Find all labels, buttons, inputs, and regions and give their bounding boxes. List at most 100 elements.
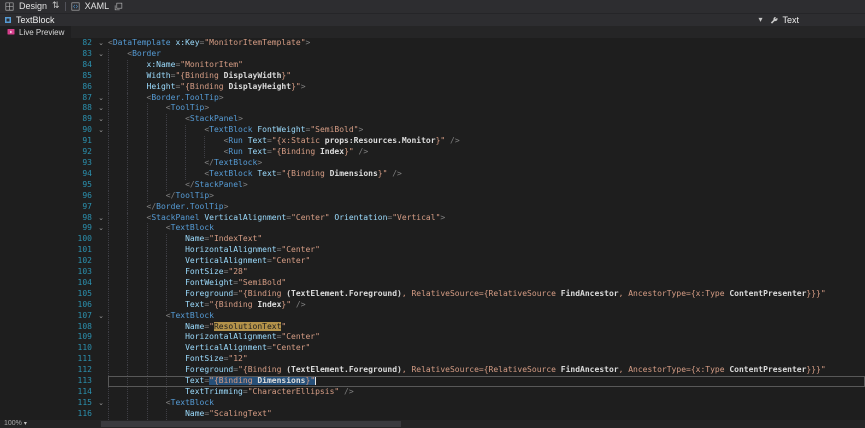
line-number[interactable]: 83 [0,49,94,60]
line-number[interactable]: 111 [0,354,94,365]
line-number[interactable]: 107 [0,311,94,322]
design-tab-label[interactable]: Design [19,0,47,13]
fold-collapse-icon[interactable]: ⌄ [94,49,108,60]
code-line[interactable]: 107⌄<TextBlock [0,311,865,322]
code-line[interactable]: 98⌄<StackPanel VerticalAlignment="Center… [0,213,865,224]
member-combo[interactable]: Text [766,14,803,26]
code-token: Width [147,71,171,80]
fold-collapse-icon[interactable]: ⌄ [94,398,108,409]
fold-collapse-icon[interactable]: ⌄ [94,311,108,322]
line-number[interactable]: 100 [0,234,94,245]
fold-collapse-icon[interactable]: ⌄ [94,38,108,49]
line-number[interactable]: 97 [0,202,94,213]
line-number[interactable]: 87 [0,93,94,104]
line-number[interactable]: 115 [0,398,94,409]
line-number[interactable]: 96 [0,191,94,202]
line-number[interactable]: 102 [0,256,94,267]
line-number[interactable]: 99 [0,223,94,234]
line-number[interactable]: 84 [0,60,94,71]
line-number[interactable]: 89 [0,114,94,125]
chevron-down-icon[interactable]: ▾ [758,14,762,26]
fold-collapse-icon[interactable]: ⌄ [94,114,108,125]
fold-spacer [94,322,108,333]
xaml-tab-label[interactable]: XAML [85,0,110,13]
tab-live-preview[interactable]: Live Preview [0,26,71,38]
fold-collapse-icon[interactable]: ⌄ [94,103,108,114]
code-line[interactable]: 85Width="{Binding DisplayWidth}" [0,71,865,82]
code-line[interactable]: 116Name="ScalingText" [0,409,865,420]
line-number[interactable]: 98 [0,213,94,224]
line-number[interactable]: 101 [0,245,94,256]
code-line[interactable]: 115⌄<TextBlock [0,398,865,409]
code-text: HorizontalAlignment="Center" [108,332,865,343]
line-number[interactable]: 91 [0,136,94,147]
code-line[interactable]: 96</ToolTip> [0,191,865,202]
line-number[interactable]: 90 [0,125,94,136]
line-number[interactable]: 88 [0,103,94,114]
line-number[interactable]: 116 [0,409,94,420]
line-number[interactable]: 105 [0,289,94,300]
code-line[interactable]: 91<Run Text="{x:Static props:Resources.M… [0,136,865,147]
fold-collapse-icon[interactable]: ⌄ [94,213,108,224]
code-line[interactable]: 94<TextBlock Text="{Binding Dimensions}"… [0,169,865,180]
code-line[interactable]: 110 VerticalAlignment="Center" [0,343,865,354]
xaml-editor[interactable]: 82⌄<DataTemplate x:Key="MonitorItemTempl… [0,38,865,420]
indent-guide [147,387,166,398]
line-number[interactable]: 103 [0,267,94,278]
line-number[interactable]: 92 [0,147,94,158]
popout-icon[interactable] [114,2,123,11]
line-number[interactable]: 95 [0,180,94,191]
code-line[interactable]: 88⌄<ToolTip> [0,103,865,114]
code-line[interactable]: 102VerticalAlignment="Center" [0,256,865,267]
element-combo[interactable]: TextBlock ▾ [0,14,766,26]
code-line[interactable]: 104FontWeight="SemiBold" [0,278,865,289]
code-line[interactable]: 103FontSize="28" [0,267,865,278]
code-token: Text [253,169,277,178]
code-line[interactable]: 86Height="{Binding DisplayHeight}"> [0,82,865,93]
code-line[interactable]: 113Text="{Binding Dimensions}" [0,376,865,387]
code-line[interactable]: 95</StackPanel> [0,180,865,191]
code-token: Border.ToolTip [151,93,218,102]
line-number[interactable]: 109 [0,332,94,343]
code-line[interactable]: 111FontSize="12" [0,354,865,365]
code-line[interactable]: 82⌄<DataTemplate x:Key="MonitorItemTempl… [0,38,865,49]
line-number[interactable]: 82 [0,38,94,49]
code-line[interactable]: 108Name="ResolutionText" [0,322,865,333]
code-line[interactable]: 87⌄<Border.ToolTip> [0,93,865,104]
code-line[interactable]: 89⌄<StackPanel> [0,114,865,125]
fold-collapse-icon[interactable]: ⌄ [94,223,108,234]
code-line[interactable]: 97</Border.ToolTip> [0,202,865,213]
code-line[interactable]: 114TextTrimming="CharacterEllipsis" /> [0,387,865,398]
code-line[interactable]: 84x:Name="MonitorItem" [0,60,865,71]
code-line[interactable]: 99⌄<TextBlock [0,223,865,234]
code-line[interactable]: 93</TextBlock> [0,158,865,169]
code-line[interactable]: 83⌄<Border [0,49,865,60]
code-line[interactable]: 92<Run Text="{Binding Index}" /> [0,147,865,158]
fold-collapse-icon[interactable]: ⌄ [94,93,108,104]
line-number[interactable]: 85 [0,71,94,82]
line-number[interactable]: 86 [0,82,94,93]
code-line[interactable]: 109 HorizontalAlignment="Center" [0,332,865,343]
line-number[interactable]: 108 [0,322,94,333]
code-line[interactable]: 101HorizontalAlignment="Center" [0,245,865,256]
line-number[interactable]: 93 [0,158,94,169]
code-token: FindAncestor [561,365,619,374]
code-line[interactable]: 105Foreground="{Binding (TextElement.For… [0,289,865,300]
swap-panes-icon[interactable]: ⇅ [52,0,60,13]
line-number[interactable]: 112 [0,365,94,376]
code-line[interactable]: 100Name="IndexText" [0,234,865,245]
line-number[interactable]: 94 [0,169,94,180]
scrollbar-thumb[interactable] [101,421,401,427]
code-line[interactable]: 90⌄<TextBlock FontWeight="SemiBold"> [0,125,865,136]
line-number[interactable]: 114 [0,387,94,398]
fold-collapse-icon[interactable]: ⌄ [94,125,108,136]
indent-guide [166,158,185,169]
code-line[interactable]: 112Foreground="{Binding (TextElement.For… [0,365,865,376]
line-number[interactable]: 113 [0,376,94,387]
line-number[interactable]: 106 [0,300,94,311]
code-text: VerticalAlignment="Center" [108,343,865,354]
line-number[interactable]: 110 [0,343,94,354]
code-line[interactable]: 106Text="{Binding Index}" /> [0,300,865,311]
line-number[interactable]: 104 [0,278,94,289]
indent-guide [127,267,146,278]
